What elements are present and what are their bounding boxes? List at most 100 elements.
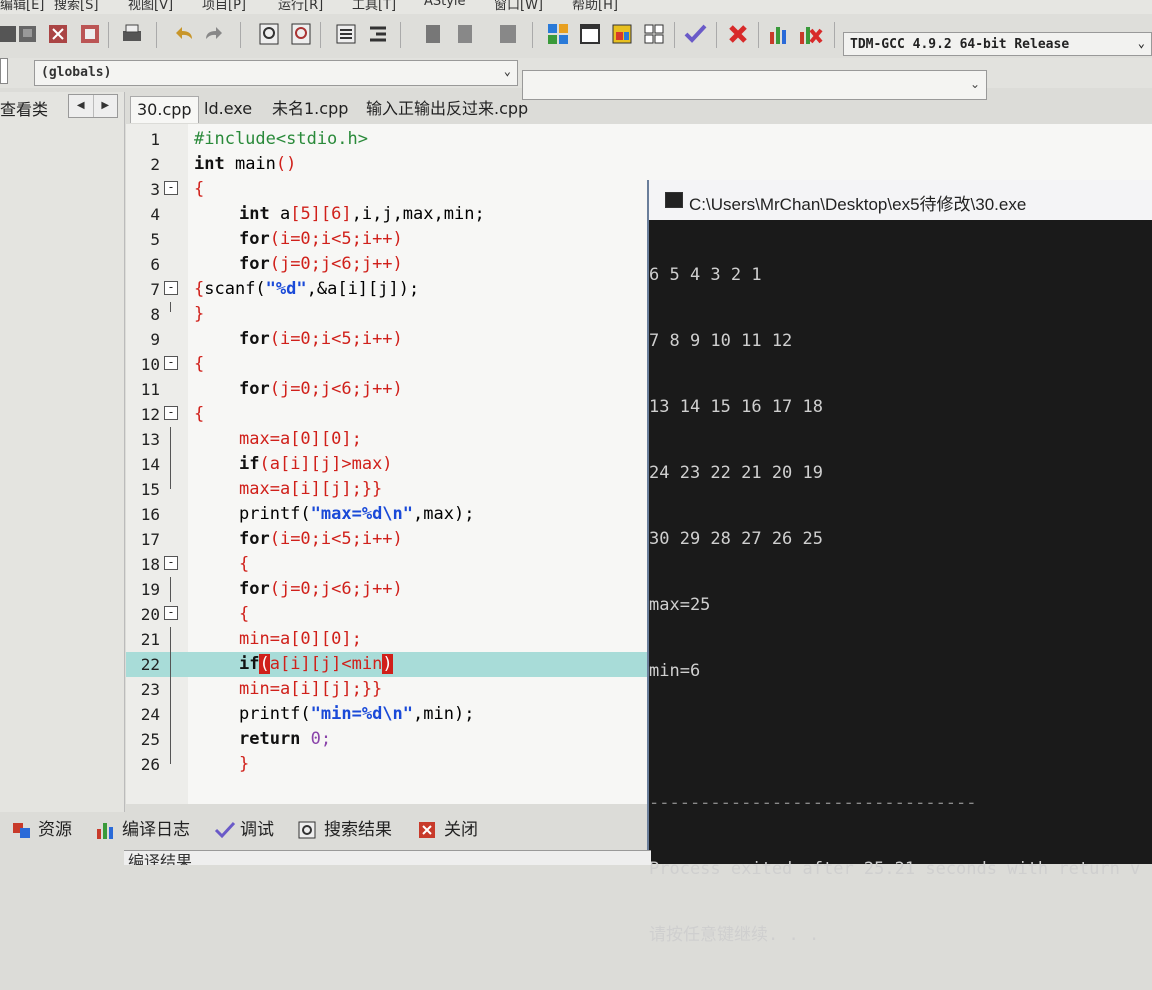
code-keyword: for	[239, 229, 270, 249]
code-text: (j=0;j<6;j++)	[269, 254, 403, 274]
line-number: 3	[150, 180, 160, 199]
tab-30-cpp[interactable]: 30.cpp	[130, 96, 199, 123]
stop-icon[interactable]	[724, 20, 752, 48]
compiler-select-value: TDM-GCC 4.9.2 64-bit Release	[850, 37, 1070, 52]
menu-view[interactable]: 视图[V]	[128, 0, 173, 13]
code-text: max=a[i][j];}}	[239, 479, 383, 499]
profile-delete-icon[interactable]	[796, 20, 824, 48]
code-bracket-match: (	[259, 654, 270, 674]
tab-resources[interactable]: 资源	[12, 818, 72, 842]
line-number: 13	[140, 430, 160, 449]
code-text: (j=0;j<6;j++)	[269, 379, 403, 399]
fold-toggle-icon[interactable]: -	[164, 556, 178, 570]
menu-search[interactable]: 搜索[S]	[54, 0, 98, 13]
console-titlebar[interactable]: C:\Users\MrChan\Desktop\ex5待修改\30.exe	[649, 180, 1152, 220]
code-string: "min=%d\n"	[310, 704, 414, 724]
console-line: max=25	[649, 595, 711, 615]
undo-icon[interactable]	[170, 20, 198, 48]
grid-icon[interactable]	[640, 20, 668, 48]
line-number: 17	[140, 530, 160, 549]
bookmark-toggle-icon[interactable]	[494, 20, 522, 48]
line-number: 5	[150, 230, 160, 249]
menu-run[interactable]: 运行[R]	[278, 0, 323, 13]
bookmark-next-icon[interactable]	[452, 20, 480, 48]
close-all-icon[interactable]	[44, 20, 72, 48]
code-bracket: {	[194, 179, 205, 199]
chart-icon	[96, 821, 116, 839]
bottom-panel-tabs: 资源 编译日志 调试 搜索结果 关闭 编译结果	[0, 812, 651, 865]
line-number: 15	[140, 480, 160, 499]
window-icon[interactable]	[576, 20, 604, 48]
tab-ld-exe[interactable]: ld.exe	[198, 96, 258, 122]
code-text: scanf(	[204, 279, 266, 299]
fold-toggle-icon[interactable]: -	[164, 606, 178, 620]
console-line: 6 5 4 3 2 1	[649, 265, 762, 285]
panel-nav: ◀ ▶	[68, 94, 118, 118]
tab-label: 调试	[240, 820, 274, 840]
line-number: 14	[140, 455, 160, 474]
code-text: printf(	[239, 504, 311, 524]
code-text: (j=0;j<6;j++)	[269, 579, 403, 599]
fold-toggle-icon[interactable]: -	[164, 406, 178, 420]
code-bracket: {	[239, 604, 250, 624]
menu-astyle[interactable]: AStyle	[424, 0, 466, 9]
scope-toggle[interactable]	[0, 58, 8, 84]
tab-label: 资源	[38, 820, 72, 840]
console-window[interactable]: C:\Users\MrChan\Desktop\ex5待修改\30.exe 6 …	[647, 180, 1152, 945]
console-line: 7 8 9 10 11 12	[649, 331, 793, 351]
chart-icon[interactable]	[766, 20, 794, 48]
tab-class-view[interactable]: 查看类	[0, 96, 48, 120]
tab-untitled1[interactable]: 未名1.cpp	[266, 96, 354, 122]
code-text: min=a[i][j];}}	[239, 679, 383, 699]
arrow-right-icon[interactable]: ▶	[94, 95, 118, 117]
tab-compile-log[interactable]: 编译日志	[96, 818, 190, 842]
code-text: 0;	[300, 729, 332, 749]
console-output: 6 5 4 3 2 1 7 8 9 10 11 12 13 14 15 16 1…	[649, 220, 1152, 990]
code-text: #include<stdio.h>	[194, 129, 368, 149]
find-icon[interactable]	[256, 20, 284, 48]
compiler-select[interactable]: TDM-GCC 4.9.2 64-bit Release ⌄	[843, 32, 1152, 56]
layout-icon[interactable]	[608, 20, 636, 48]
close-file-icon[interactable]	[14, 20, 42, 48]
tab-reverse-io[interactable]: 输入正输出反过来.cpp	[360, 96, 534, 122]
code-bracket: {	[194, 404, 205, 424]
check-icon	[214, 821, 236, 839]
code-keyword: for	[239, 329, 270, 349]
arrow-left-icon[interactable]: ◀	[69, 95, 94, 117]
replace-icon[interactable]	[288, 20, 316, 48]
console-line: 24 23 22 21 20 19	[649, 463, 823, 483]
code-keyword: if	[239, 654, 260, 674]
code-bracket: [5][6]	[290, 204, 352, 224]
tab-debug[interactable]: 调试	[214, 818, 274, 842]
menu-project[interactable]: 项目[P]	[202, 0, 246, 13]
class-browser-panel: 查看类 ◀ ▶	[0, 92, 125, 812]
menu-window[interactable]: 窗口[W]	[494, 0, 543, 13]
menu-help[interactable]: 帮助[H]	[572, 0, 618, 13]
fold-toggle-icon[interactable]: -	[164, 356, 178, 370]
scope-select[interactable]: (globals) ⌄	[34, 60, 518, 86]
compile-results-label: 编译结果	[124, 850, 651, 865]
redo-icon[interactable]	[200, 20, 228, 48]
fold-toggle-icon[interactable]: -	[164, 281, 178, 295]
menu-edit[interactable]: 编辑[E]	[0, 0, 44, 13]
code-keyword: for	[239, 254, 270, 274]
tab-search-results[interactable]: 搜索结果	[298, 818, 392, 842]
print-icon[interactable]	[118, 20, 146, 48]
new-class-icon[interactable]	[544, 20, 572, 48]
code-text: printf(	[239, 704, 311, 724]
indent-icon[interactable]	[332, 20, 360, 48]
tab-close[interactable]: 关闭	[418, 818, 478, 842]
check-syntax-icon[interactable]	[682, 20, 710, 48]
unindent-icon[interactable]	[364, 20, 392, 48]
menu-tools[interactable]: 工具[T]	[352, 0, 396, 13]
code-keyword: if	[239, 454, 260, 474]
line-number: 26	[140, 755, 160, 774]
console-line: min=6	[649, 661, 701, 681]
close-project-icon[interactable]	[76, 20, 104, 48]
fold-toggle-icon[interactable]: -	[164, 181, 178, 195]
bookmark-prev-icon[interactable]	[420, 20, 448, 48]
console-line: Process exited after 25.21 seconds with …	[649, 859, 1141, 879]
line-number: 4	[150, 205, 160, 224]
code-text: (i=0;i<5;i++)	[269, 329, 403, 349]
